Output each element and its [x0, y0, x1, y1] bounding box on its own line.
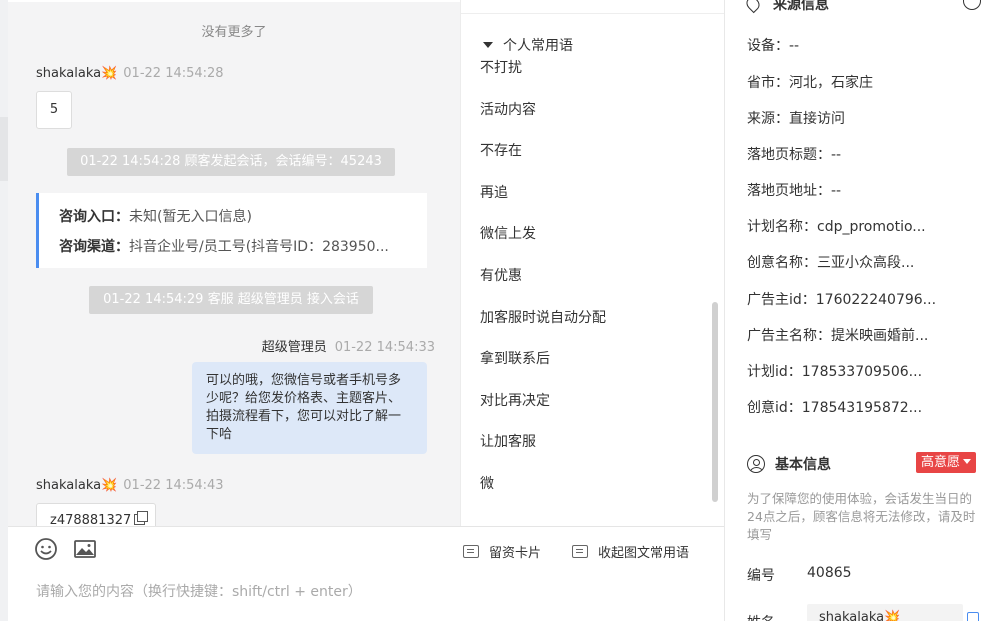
customer-message-meta: shakalaka💥 01-22 14:54:43 — [36, 478, 224, 493]
chat-message-area: 没有更多了 shakalaka💥 01-22 14:54:28 5 01-22 1… — [8, 0, 460, 526]
caret-down-icon — [963, 459, 972, 464]
system-message-agent-joined: 01-22 14:54:29 客服 超级管理员 接入会话 — [89, 286, 373, 314]
agent-name: 超级管理员 — [261, 340, 327, 355]
emoji-icon[interactable] — [34, 537, 58, 561]
phrase-item[interactable]: 对比再决定 — [480, 390, 550, 410]
agent-message-meta: 超级管理员 01-22 14:54:33 — [262, 336, 435, 355]
name-field[interactable]: shakalaka💥 — [807, 604, 963, 621]
landing-title-field: 落地页标题：-- — [747, 147, 842, 163]
intent-level-label: 高意愿 — [921, 455, 961, 470]
system-message-session-start: 01-22 14:54:28 顾客发起会话，会话编号：45243 — [67, 148, 395, 176]
phrase-group-personal[interactable]: 个人常用语 — [483, 35, 573, 55]
card-icon — [463, 545, 479, 558]
common-phrases-panel: 个人常用语 不打扰 活动内容 不存在 再追 微信上发 有优惠 加客服时说自动分配… — [460, 0, 725, 526]
customer-message-bubble[interactable]: z478881327 — [36, 503, 156, 526]
message-input[interactable]: 请输入您的内容（换行快捷键：shift/ctrl + enter） — [36, 581, 362, 601]
phrase-item[interactable]: 拿到联系后 — [480, 348, 550, 368]
intent-level-dropdown[interactable]: 高意愿 — [916, 452, 977, 473]
message-input-area: 留资卡片 收起图文常用语 请输入您的内容（换行快捷键：shift/ctrl + … — [8, 526, 724, 621]
name-label: 姓名 — [747, 612, 775, 621]
channel-value: 抖音企业号/员工号(抖音号ID：283950... — [129, 239, 389, 255]
phrase-group-title: 个人常用语 — [503, 38, 573, 54]
plan-id-field: 计划id：178533709506... — [747, 364, 923, 380]
lead-card-label: 留资卡片 — [489, 546, 542, 561]
phrase-item[interactable]: 微信上发 — [480, 223, 536, 243]
phrase-item[interactable]: 不存在 — [480, 140, 522, 160]
basic-info-header: 基本信息 — [747, 454, 831, 474]
agent-message-bubble[interactable]: 可以的哦，您微信号或者手机号多少呢？给您发价格表、主题客片、拍摄流程看下，您可以… — [192, 362, 427, 454]
phrase-item[interactable]: 让加客服 — [480, 431, 536, 451]
customer-emoji: 💥 — [101, 478, 118, 493]
message-text: 5 — [49, 102, 59, 117]
channel-label: 咨询渠道： — [59, 239, 129, 255]
copy-icon[interactable] — [134, 511, 149, 525]
customer-emoji: 💥 — [101, 66, 118, 81]
phrase-item[interactable]: 不打扰 — [480, 57, 522, 77]
entry-value: 未知(暂无入口信息) — [129, 209, 252, 225]
customer-message-meta: shakalaka💥 01-22 14:54:28 — [36, 66, 224, 81]
phrase-item[interactable]: 再追 — [480, 182, 508, 202]
source-info-title: 来源信息 — [773, 0, 829, 13]
landing-url-field: 落地页地址：-- — [747, 183, 842, 199]
number-value: 40865 — [807, 565, 852, 581]
collapse-phrases-label: 收起图文常用语 — [598, 546, 690, 561]
shield-icon[interactable] — [963, 0, 981, 10]
message-text: z478881327 — [50, 513, 132, 526]
creative-id-field: 创意id：178543195872... — [747, 400, 923, 416]
image-icon[interactable] — [73, 537, 97, 561]
left-edge-strip — [0, 117, 8, 181]
source-info-header: 来源信息 — [743, 0, 829, 14]
number-label: 编号 — [747, 568, 775, 584]
customer-name: shakalaka — [36, 66, 102, 81]
phrase-item[interactable]: 加客服时说自动分配 — [480, 307, 606, 327]
creative-name-field: 创意名称：三亚小众高段... — [747, 255, 915, 271]
phrases-scrollbar[interactable] — [712, 302, 718, 502]
advertiser-name-field: 广告主名称：提米映画婚前... — [747, 328, 929, 344]
basic-info-title: 基本信息 — [775, 457, 831, 473]
device-field: 设备：-- — [747, 38, 800, 54]
advertiser-id-field: 广告主id：176022240796... — [747, 292, 937, 308]
message-time: 01-22 14:54:33 — [334, 340, 435, 355]
phrase-item[interactable]: 微 — [480, 473, 494, 493]
no-more-text: 没有更多了 — [201, 25, 267, 40]
location-pin-icon — [743, 0, 763, 14]
province-field: 省市：河北，石家庄 — [747, 75, 873, 91]
entry-label: 咨询入口： — [59, 209, 129, 225]
customer-name: shakalaka — [36, 478, 102, 493]
customer-message-bubble[interactable]: 5 — [36, 91, 72, 129]
entry-row: 咨询入口：未知(暂无入口信息) — [59, 206, 252, 226]
message-icon — [572, 545, 588, 558]
phrases-header-strip — [461, 0, 725, 14]
collapse-phrases-button[interactable]: 收起图文常用语 — [572, 542, 689, 561]
message-time: 01-22 14:54:28 — [123, 66, 224, 81]
plan-name-field: 计划名称：cdp_promotio... — [747, 219, 926, 235]
phrase-item[interactable]: 活动内容 — [480, 99, 536, 119]
phrase-item[interactable]: 有优惠 — [480, 265, 522, 285]
user-icon — [747, 455, 765, 473]
message-time: 01-22 14:54:43 — [123, 478, 224, 493]
caret-down-icon — [483, 42, 493, 48]
consultation-info-card: 咨询入口：未知(暂无入口信息) 咨询渠道：抖音企业号/员工号(抖音号ID：283… — [36, 193, 427, 268]
customer-info-panel: 来源信息 设备：-- 省市：河北，石家庄 来源：直接访问 落地页标题：-- 落地… — [724, 0, 986, 621]
lead-card-button[interactable]: 留资卡片 — [463, 542, 541, 561]
channel-row: 咨询渠道：抖音企业号/员工号(抖音号ID：283950... — [59, 236, 389, 256]
edit-deadline-note: 为了保障您的使用体验，会话发生当日的24点之后，顾客信息将无法修改，请及时填写 — [747, 491, 976, 542]
edit-icon[interactable] — [967, 612, 979, 621]
origin-field: 来源：直接访问 — [747, 111, 845, 127]
